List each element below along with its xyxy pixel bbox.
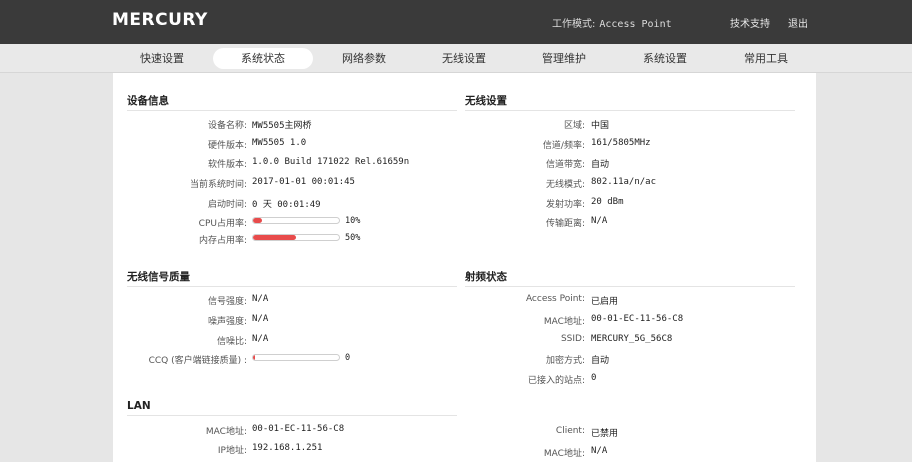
signal-strength-value: N/A [252,294,269,304]
hardware-version-label: 硬件版本: [207,141,247,151]
tx-distance-label: 传输距离: [545,219,585,229]
section-divider [127,110,457,111]
cpu-usage-percent: 10% [345,216,361,226]
brand-logo: MERCURY [112,10,208,30]
ap-mac-value: 00-01-EC-11-56-C8 [591,314,684,324]
client-mac-value: N/A [591,446,608,456]
status-panel: 设备信息 设备名称: MW5505主网桥 硬件版本: MW5505 1.0 软件… [113,73,816,462]
ccq-bar [252,354,340,361]
hardware-version-value: MW5505 1.0 [252,138,307,148]
connected-stations-label: 已接入的站点: [527,376,585,386]
work-mode: 工作模式: Access Point [552,15,672,30]
tech-support-link[interactable]: 技术支持 [730,15,770,30]
ccq-label: CCQ (客户端链接质量) : [148,356,247,366]
work-mode-label: 工作模式: [552,19,596,30]
client-value: 已禁用 [591,429,619,439]
snr-value: N/A [252,334,269,344]
tab-wireless-settings[interactable]: 无线设置 [414,48,514,69]
system-time-value: 2017-01-01 00:01:45 [252,177,355,187]
tx-distance-value: N/A [591,216,608,226]
tab-management[interactable]: 管理维护 [514,48,614,69]
access-point-label: Access Point: [525,294,585,304]
memory-usage-fill [253,235,296,240]
wireless-mode-value: 802.11a/n/ac [591,177,657,187]
work-mode-value: Access Point [599,19,672,30]
section-title-device-info: 设备信息 [127,95,169,107]
tab-system-settings[interactable]: 系统设置 [615,48,715,69]
tab-common-tools[interactable]: 常用工具 [716,48,816,69]
cpu-usage-fill [253,218,262,223]
wireless-mode-label: 无线模式: [545,180,585,190]
system-time-label: 当前系统时间: [189,180,247,190]
device-name-value: MW5505主网桥 [252,121,312,131]
region-label: 区域: [563,121,585,131]
channel-frequency-value: 161/5805MHz [591,138,651,148]
lan-ip-label: IP地址: [217,446,247,456]
memory-usage-bar [252,234,340,241]
signal-strength-label: 信号强度: [207,297,247,307]
main-nav: 快速设置 系统状态 网络参数 无线设置 管理维护 系统设置 常用工具 [0,44,912,73]
cpu-usage-bar [252,217,340,224]
lan-ip-value: 192.168.1.251 [252,443,323,453]
memory-usage-percent: 50% [345,233,361,243]
tab-network-params[interactable]: 网络参数 [314,48,414,69]
access-point-value: 已启用 [591,297,619,307]
section-divider [127,415,457,416]
noise-level-label: 噪声强度: [207,317,247,327]
uptime-label: 启动时间: [207,200,247,210]
region-value: 中国 [591,121,610,131]
device-name-label: 设备名称: [207,121,247,131]
lan-mac-value: 00-01-EC-11-56-C8 [252,424,345,434]
lan-mac-label: MAC地址: [205,427,247,437]
section-divider [465,286,795,287]
section-title-lan: LAN [127,400,151,412]
channel-bandwidth-label: 信道带宽: [545,160,585,170]
channel-bandwidth-value: 自动 [591,160,610,170]
encryption-label: 加密方式: [545,356,585,366]
tab-system-status[interactable]: 系统状态 [213,48,313,69]
ccq-value: 0 [345,353,351,363]
ap-mac-label: MAC地址: [543,317,585,327]
section-title-wireless-settings: 无线设置 [465,95,507,107]
section-divider [127,286,457,287]
channel-frequency-label: 信道/频率: [542,141,585,151]
tx-power-value: 20 dBm [591,197,624,207]
tx-power-label: 发射功率: [545,200,585,210]
snr-label: 信噪比: [216,337,247,347]
logout-link[interactable]: 退出 [788,15,808,30]
section-title-rf-status: 射频状态 [465,271,507,283]
ssid-label: SSID: [560,334,585,344]
software-version-value: 1.0.0 Build 171022 Rel.61659n [252,157,410,167]
client-label: Client: [555,426,585,436]
cpu-usage-label: CPU占用率: [198,219,247,229]
uptime-value: 0 天 00:01:49 [252,200,321,210]
connected-stations-value: 0 [591,373,597,383]
software-version-label: 软件版本: [207,160,247,170]
section-divider [465,110,795,111]
noise-level-value: N/A [252,314,269,324]
section-title-signal-quality: 无线信号质量 [127,271,190,283]
ccq-fill [253,355,255,360]
ssid-value: MERCURY_5G_56C8 [591,334,673,344]
memory-usage-label: 内存占用率: [198,236,247,246]
top-bar: MERCURY 工作模式: Access Point 技术支持 退出 [0,0,912,44]
tab-quick-setup[interactable]: 快速设置 [112,48,212,69]
encryption-value: 自动 [591,356,610,366]
client-mac-label: MAC地址: [543,449,585,459]
